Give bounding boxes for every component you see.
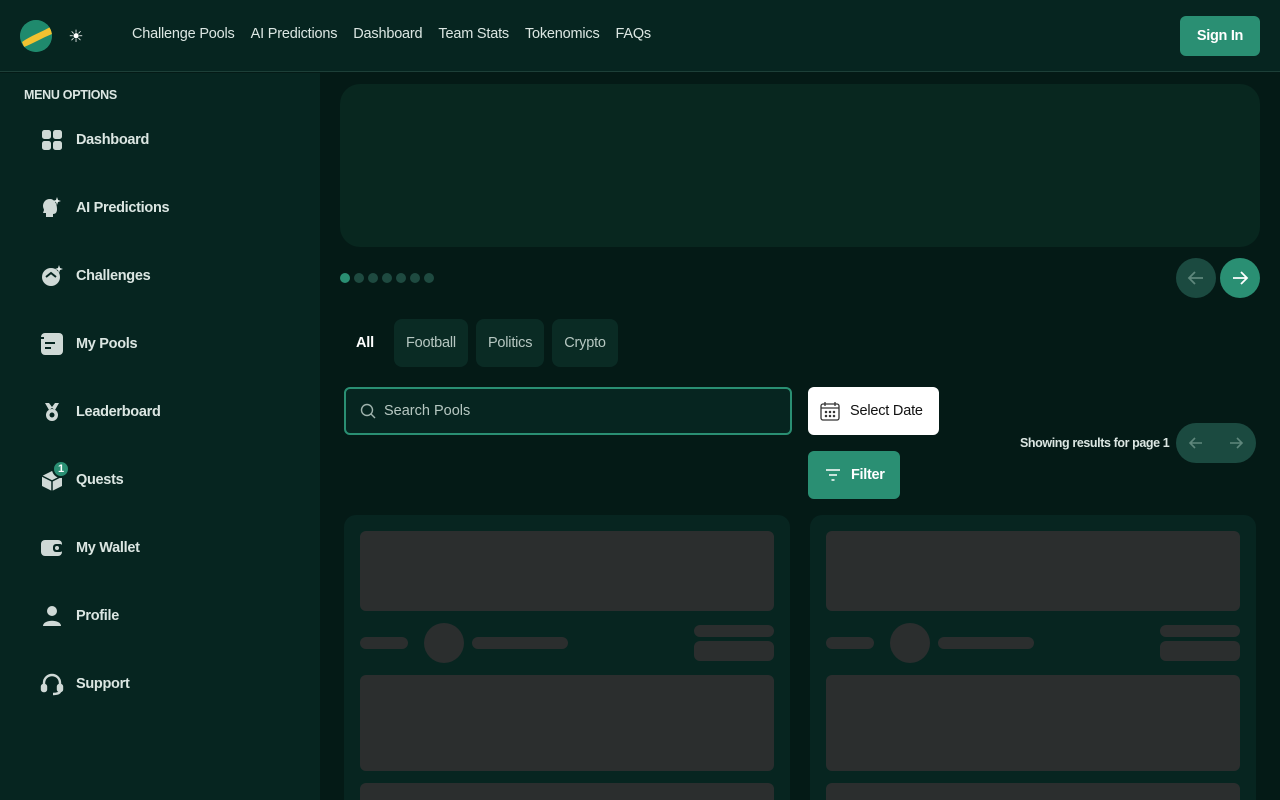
sidebar-item-label: Profile: [76, 608, 120, 624]
medal-icon: [36, 396, 68, 428]
arrow-right-icon: [1233, 271, 1249, 285]
tab-football[interactable]: Football: [393, 319, 468, 367]
ai-head-icon: [36, 192, 68, 224]
skeleton-banner: [826, 531, 1240, 611]
select-date-button[interactable]: Select Date: [808, 387, 939, 435]
carousel-prev-button[interactable]: [1176, 258, 1216, 298]
carousel-dot[interactable]: [424, 273, 434, 283]
headset-icon: [36, 668, 68, 700]
carousel-dot[interactable]: [354, 273, 364, 283]
category-tabs: All Football Politics Crypto: [344, 319, 618, 367]
sidebar-item-profile[interactable]: Profile: [36, 596, 296, 636]
arrow-left-icon: [1188, 437, 1202, 449]
pool-card-skeleton: [344, 515, 790, 800]
tab-politics[interactable]: Politics: [475, 319, 545, 367]
sidebar-item-my-pools[interactable]: My Pools: [36, 324, 296, 364]
skeleton-block: [360, 675, 774, 771]
skeleton-avatar: [890, 623, 930, 663]
sidebar-item-label: Dashboard: [76, 132, 150, 148]
box-icon: 1: [36, 460, 70, 496]
skeleton-avatar: [424, 623, 464, 663]
pools-icon: [36, 328, 68, 360]
skeleton-line: [826, 637, 874, 649]
filter-button[interactable]: Filter: [808, 451, 900, 499]
sidebar-item-support[interactable]: Support: [36, 664, 296, 704]
sidebar-item-my-wallet[interactable]: My Wallet: [36, 528, 296, 568]
skeleton-line: [472, 637, 568, 649]
sidebar-item-dashboard[interactable]: Dashboard: [36, 120, 296, 160]
sidebar-item-leaderboard[interactable]: Leaderboard: [36, 392, 296, 432]
sidebar-item-label: My Pools: [76, 336, 138, 352]
nav-faqs[interactable]: FAQs: [616, 26, 652, 42]
sidebar-item-label: Leaderboard: [76, 404, 161, 420]
arrow-right-icon: [1230, 437, 1244, 449]
skeleton-line: [1160, 625, 1240, 637]
page-prev-button[interactable]: [1180, 427, 1212, 459]
user-icon: [36, 600, 68, 632]
grid-icon: [36, 124, 68, 156]
results-text: Showing results for page 1: [1020, 436, 1170, 450]
sidebar-item-quests[interactable]: 1 Quests: [36, 460, 296, 500]
nav-team-stats[interactable]: Team Stats: [438, 26, 509, 42]
page-next-button[interactable]: [1220, 427, 1252, 459]
challenge-icon: [36, 260, 68, 292]
carousel-dots: [340, 273, 434, 283]
sidebar-item-label: My Wallet: [76, 540, 140, 556]
sign-in-button[interactable]: Sign In: [1180, 16, 1260, 56]
sidebar-item-challenges[interactable]: Challenges: [36, 256, 296, 296]
skeleton-block: [826, 783, 1240, 800]
sidebar-item-label: Support: [76, 676, 130, 692]
planet-logo-icon[interactable]: [20, 20, 52, 52]
sidebar: MENU OPTIONS Dashboard AI Predictions Ch…: [0, 73, 320, 800]
filter-icon: [826, 469, 840, 481]
quests-badge: 1: [52, 460, 70, 478]
carousel-dot[interactable]: [410, 273, 420, 283]
main-nav: Challenge Pools AI Predictions Dashboard…: [132, 26, 651, 42]
nav-ai-predictions[interactable]: AI Predictions: [251, 26, 338, 42]
skeleton-line: [694, 641, 774, 661]
skeleton-line: [694, 625, 774, 637]
search-icon: [360, 403, 376, 419]
sun-icon[interactable]: ☀: [66, 26, 86, 46]
filter-label: Filter: [851, 467, 885, 483]
arrow-left-icon: [1187, 271, 1203, 285]
sidebar-item-label: Quests: [76, 472, 124, 488]
tab-crypto[interactable]: Crypto: [552, 319, 618, 367]
skeleton-line: [1160, 641, 1240, 661]
sidebar-item-label: AI Predictions: [76, 200, 170, 216]
carousel-dot[interactable]: [396, 273, 406, 283]
sidebar-item-label: Challenges: [76, 268, 151, 284]
carousel-next-button[interactable]: [1220, 258, 1260, 298]
top-header: ☀ Challenge Pools AI Predictions Dashboa…: [0, 0, 1280, 72]
nav-challenge-pools[interactable]: Challenge Pools: [132, 26, 235, 42]
carousel-dot[interactable]: [340, 273, 350, 283]
pagination: [1176, 423, 1256, 463]
search-box: [344, 387, 792, 435]
select-date-label: Select Date: [850, 403, 923, 419]
nav-tokenomics[interactable]: Tokenomics: [525, 26, 600, 42]
promo-banner[interactable]: [340, 84, 1260, 247]
skeleton-banner: [360, 531, 774, 611]
nav-dashboard[interactable]: Dashboard: [353, 26, 422, 42]
skeleton-block: [826, 675, 1240, 771]
wallet-icon: [36, 532, 68, 564]
search-input[interactable]: [384, 403, 764, 419]
calendar-icon: [820, 402, 840, 421]
carousel-dot[interactable]: [368, 273, 378, 283]
sidebar-item-ai-predictions[interactable]: AI Predictions: [36, 188, 296, 228]
tab-all[interactable]: All: [344, 319, 386, 367]
skeleton-line: [360, 637, 408, 649]
carousel-dot[interactable]: [382, 273, 392, 283]
menu-options-title: MENU OPTIONS: [24, 88, 117, 102]
skeleton-block: [360, 783, 774, 800]
skeleton-line: [938, 637, 1034, 649]
pool-card-skeleton: [810, 515, 1256, 800]
